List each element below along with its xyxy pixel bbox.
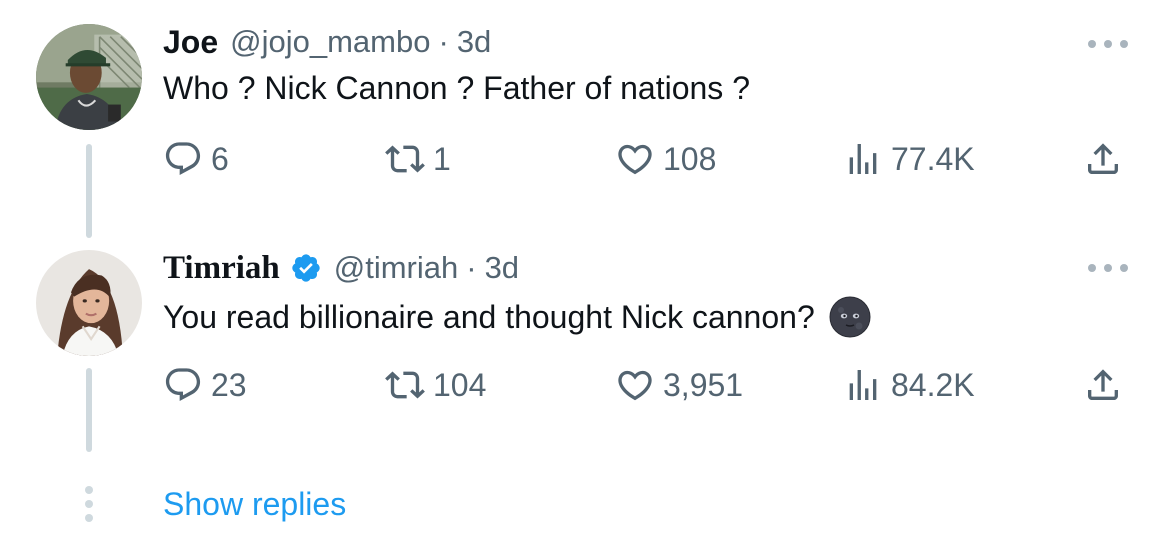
like-count: 3,951 bbox=[663, 366, 744, 403]
separator-dot: · bbox=[466, 250, 477, 285]
retweet-button[interactable]: 1 bbox=[385, 134, 451, 184]
tweet-header: Joe @jojo_mambo · 3d bbox=[163, 22, 491, 62]
thread-line bbox=[86, 144, 92, 238]
display-name[interactable]: Joe bbox=[163, 24, 218, 61]
action-bar: 6 1 108 77.4K bbox=[163, 134, 1133, 184]
share-button[interactable] bbox=[1083, 360, 1123, 410]
retweet-count: 104 bbox=[433, 366, 487, 403]
reply-icon bbox=[165, 142, 201, 176]
display-name[interactable]: Timriah bbox=[163, 250, 280, 287]
like-count: 108 bbox=[663, 140, 717, 177]
more-replies-dots-icon bbox=[85, 486, 93, 522]
timestamp[interactable]: 3d bbox=[457, 24, 491, 60]
heart-icon bbox=[618, 144, 652, 175]
user-handle[interactable]: @jojo_mambo bbox=[230, 24, 430, 60]
reply-count: 6 bbox=[211, 140, 229, 177]
view-count: 84.2K bbox=[891, 366, 975, 403]
thread-line bbox=[86, 368, 92, 452]
new-moon-face-emoji-icon bbox=[829, 296, 871, 338]
retweet-icon bbox=[385, 145, 425, 173]
tweet-text-content: You read billionaire and thought Nick ca… bbox=[163, 298, 815, 335]
tweet-joe[interactable]: Joe @jojo_mambo · 3d Who ? Nick Cannon ?… bbox=[0, 0, 1170, 238]
share-icon bbox=[1088, 369, 1118, 400]
more-options-icon[interactable] bbox=[1086, 258, 1130, 278]
reply-button[interactable]: 23 bbox=[163, 360, 247, 410]
heart-icon bbox=[618, 370, 652, 401]
retweet-count: 1 bbox=[433, 140, 451, 177]
like-button[interactable]: 3,951 bbox=[615, 360, 743, 410]
tweet-text: Who ? Nick Cannon ? Father of nations ? bbox=[163, 70, 750, 107]
views-chart-icon bbox=[849, 370, 877, 400]
views-button[interactable]: 77.4K bbox=[843, 134, 975, 184]
retweet-icon bbox=[385, 371, 425, 399]
share-icon bbox=[1088, 143, 1118, 174]
reply-icon bbox=[165, 368, 201, 402]
user-handle[interactable]: @timriah bbox=[334, 250, 458, 286]
views-chart-icon bbox=[849, 144, 877, 174]
tweet-text-content: Who ? Nick Cannon ? Father of nations ? bbox=[163, 70, 750, 106]
view-count: 77.4K bbox=[891, 140, 975, 177]
more-options-icon[interactable] bbox=[1086, 34, 1130, 54]
avatar[interactable] bbox=[36, 250, 142, 356]
timestamp[interactable]: 3d bbox=[485, 250, 519, 286]
tweet-text: You read billionaire and thought Nick ca… bbox=[163, 296, 871, 338]
reply-count: 23 bbox=[211, 366, 247, 403]
show-replies-link[interactable]: Show replies bbox=[163, 486, 346, 523]
verified-badge-icon bbox=[292, 254, 320, 282]
tweet-header: Timriah @timriah · 3d bbox=[163, 248, 519, 288]
reply-button[interactable]: 6 bbox=[163, 134, 229, 184]
separator-dot: · bbox=[438, 24, 449, 59]
avatar[interactable] bbox=[36, 24, 142, 130]
like-button[interactable]: 108 bbox=[615, 134, 716, 184]
tweet-timriah[interactable]: Timriah @timriah · 3d You read billionai… bbox=[0, 228, 1170, 460]
retweet-button[interactable]: 104 bbox=[385, 360, 486, 410]
share-button[interactable] bbox=[1083, 134, 1123, 184]
action-bar: 23 104 3,951 84.2K bbox=[163, 360, 1133, 410]
views-button[interactable]: 84.2K bbox=[843, 360, 975, 410]
